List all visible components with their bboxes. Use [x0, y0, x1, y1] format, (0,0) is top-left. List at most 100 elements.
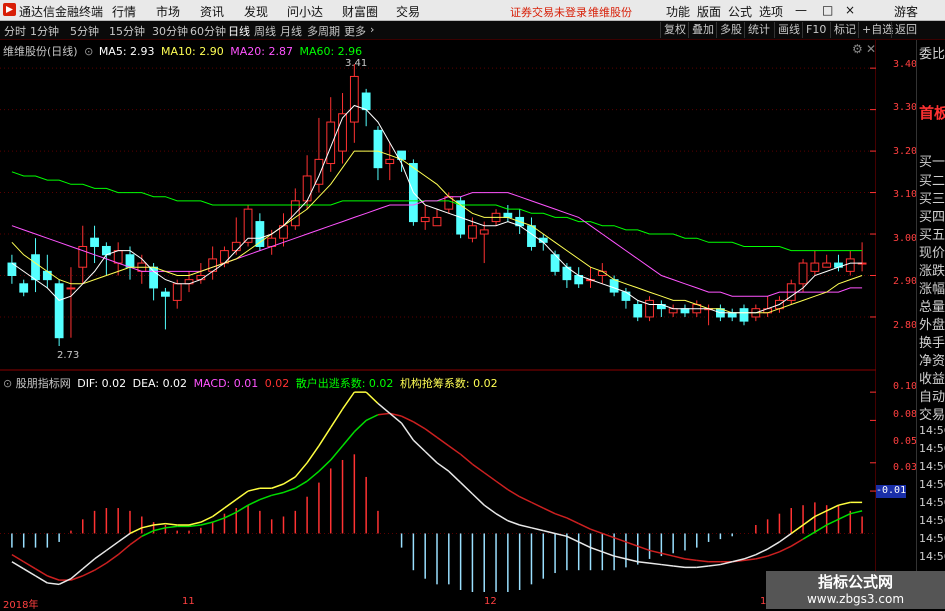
- candle-down: [503, 212, 513, 218]
- menu-faxian[interactable]: 发现: [244, 3, 268, 20]
- tab-monthly[interactable]: 月线: [280, 23, 302, 39]
- dif-line: [838, 501, 851, 506]
- candle-down: [621, 291, 631, 301]
- dif-line: [602, 551, 615, 557]
- dif-line: [460, 482, 473, 495]
- dea-line: [672, 555, 686, 560]
- buy1-label: 买一: [919, 155, 945, 170]
- stock-title[interactable]: 维维股份(日线): [3, 45, 78, 58]
- buy4-label: 买四: [919, 210, 945, 225]
- settings-gear-icon[interactable]: ⚙: [852, 42, 863, 56]
- back-button[interactable]: 返回: [891, 22, 920, 38]
- dea-line: [306, 470, 320, 482]
- menu-bar: 通达信金融终端 行情 市场 资讯 发现 问小达 财富圈 交易 证券交易未登录 维…: [0, 0, 945, 21]
- tab-more[interactable]: 更多: [344, 23, 366, 39]
- dea-line: [590, 528, 603, 535]
- candle-up: [243, 208, 253, 243]
- tab-60min[interactable]: 60分钟: [190, 23, 226, 39]
- indicator-toggle-icon[interactable]: ⊙: [3, 377, 12, 390]
- menu-gongneng[interactable]: 功能: [666, 3, 690, 20]
- tab-15min[interactable]: 15分钟: [109, 23, 145, 39]
- dif-line: [696, 565, 709, 569]
- dif-line: [294, 462, 308, 478]
- kline-chart[interactable]: [0, 40, 876, 592]
- menu-gongshi[interactable]: 公式: [728, 3, 752, 20]
- maximize-button[interactable]: □: [822, 3, 833, 17]
- fuquan-button[interactable]: 复权: [660, 22, 689, 38]
- tab-fenshi[interactable]: 分时: [4, 23, 26, 39]
- dea-line: [412, 421, 426, 430]
- huaxian-button[interactable]: 画线: [774, 22, 803, 38]
- dea-line: [554, 512, 568, 519]
- app-title: 通达信金融终端: [19, 5, 104, 19]
- menu-hangqing[interactable]: 行情: [112, 3, 136, 20]
- price-tick: 3.20: [893, 146, 918, 157]
- legend-chevron-icon[interactable]: ⊙: [84, 45, 93, 58]
- dea-line: [637, 545, 650, 552]
- price-tick: 3.00: [893, 233, 918, 244]
- dea-line: [235, 504, 249, 513]
- dea-line: [767, 551, 780, 557]
- menu-shichang[interactable]: 市场: [156, 3, 180, 20]
- biaoji-button[interactable]: 标记: [830, 22, 859, 38]
- dif-line: [531, 527, 544, 532]
- dif-line: [271, 483, 284, 489]
- dif-line: [11, 561, 25, 570]
- tab-5min[interactable]: 5分钟: [70, 23, 99, 39]
- candle-down: [19, 283, 29, 293]
- f10-button[interactable]: F10: [802, 22, 829, 38]
- more-chevron-icon[interactable]: ›: [370, 23, 374, 36]
- user-label[interactable]: 游客: [894, 3, 918, 20]
- menu-wenxiaoda[interactable]: 问小达: [287, 3, 323, 20]
- candle-up: [220, 250, 229, 264]
- dif-line: [661, 563, 674, 567]
- change-pct-label: 涨幅: [919, 282, 945, 297]
- diejia-button[interactable]: 叠加: [688, 22, 717, 38]
- duogu-button[interactable]: 多股: [716, 22, 745, 38]
- dea-line: [483, 472, 497, 482]
- candle-down: [31, 254, 40, 281]
- login-notice[interactable]: 证券交易未登录: [510, 4, 587, 20]
- ma10-label: MA10: 2.90: [161, 45, 224, 58]
- menu-banmian[interactable]: 版面: [697, 3, 721, 20]
- dif-line: [200, 515, 213, 523]
- candle-up: [338, 113, 347, 152]
- minimize-button[interactable]: —: [795, 3, 807, 17]
- menu-zixun[interactable]: 资讯: [200, 3, 224, 20]
- close-button[interactable]: ×: [845, 3, 855, 17]
- dif-line: [235, 490, 249, 501]
- menu-jiaoyi[interactable]: 交易: [396, 3, 420, 20]
- dif-line: [566, 535, 580, 543]
- dea-line: [82, 569, 95, 577]
- tab-multi-period[interactable]: 多周期: [307, 23, 340, 39]
- dif-line: [483, 504, 497, 515]
- change-label: 涨跌: [919, 264, 945, 279]
- dif-line: [23, 568, 36, 577]
- candle-up: [479, 229, 489, 235]
- dea-line: [814, 524, 828, 533]
- dif-line: [283, 476, 296, 485]
- indicator-name[interactable]: 股朋指标网: [16, 377, 71, 390]
- price-tick: 2.90: [893, 276, 918, 287]
- dif-line: [412, 439, 426, 453]
- net-asset-label: 净资: [919, 354, 945, 369]
- dif-line: [436, 462, 450, 472]
- tab-weekly[interactable]: 周线: [254, 23, 276, 39]
- tab-daily[interactable]: 日线: [228, 23, 250, 39]
- dea-line: [141, 529, 154, 537]
- dea-line: [684, 558, 697, 562]
- price-tick: 3.30: [893, 102, 918, 113]
- tab-30min[interactable]: 30分钟: [152, 23, 188, 39]
- candle-down: [125, 254, 135, 268]
- dea-line: [35, 568, 48, 577]
- auto-label[interactable]: 自动: [919, 386, 945, 405]
- dif-line: [578, 541, 591, 549]
- menu-xuanxiang[interactable]: 选项: [759, 3, 783, 20]
- menu-caifuquan[interactable]: 财富圈: [342, 3, 378, 20]
- close-pane-icon[interactable]: ✕: [866, 42, 876, 56]
- trade-label[interactable]: 交易: [919, 404, 945, 423]
- dea-line: [436, 436, 450, 447]
- tab-1min[interactable]: 1分钟: [30, 23, 59, 39]
- dea-line: [743, 558, 756, 562]
- tongji-button[interactable]: 统计: [744, 22, 773, 38]
